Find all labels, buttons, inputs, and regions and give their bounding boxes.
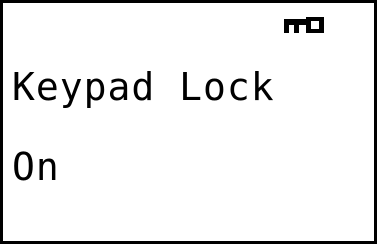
lcd-screen: Keypad Lock On <box>0 0 377 244</box>
key-icon <box>284 15 326 35</box>
setting-value: On <box>12 145 60 189</box>
screen-title: Keypad Lock <box>12 65 275 109</box>
status-bar <box>3 3 374 37</box>
